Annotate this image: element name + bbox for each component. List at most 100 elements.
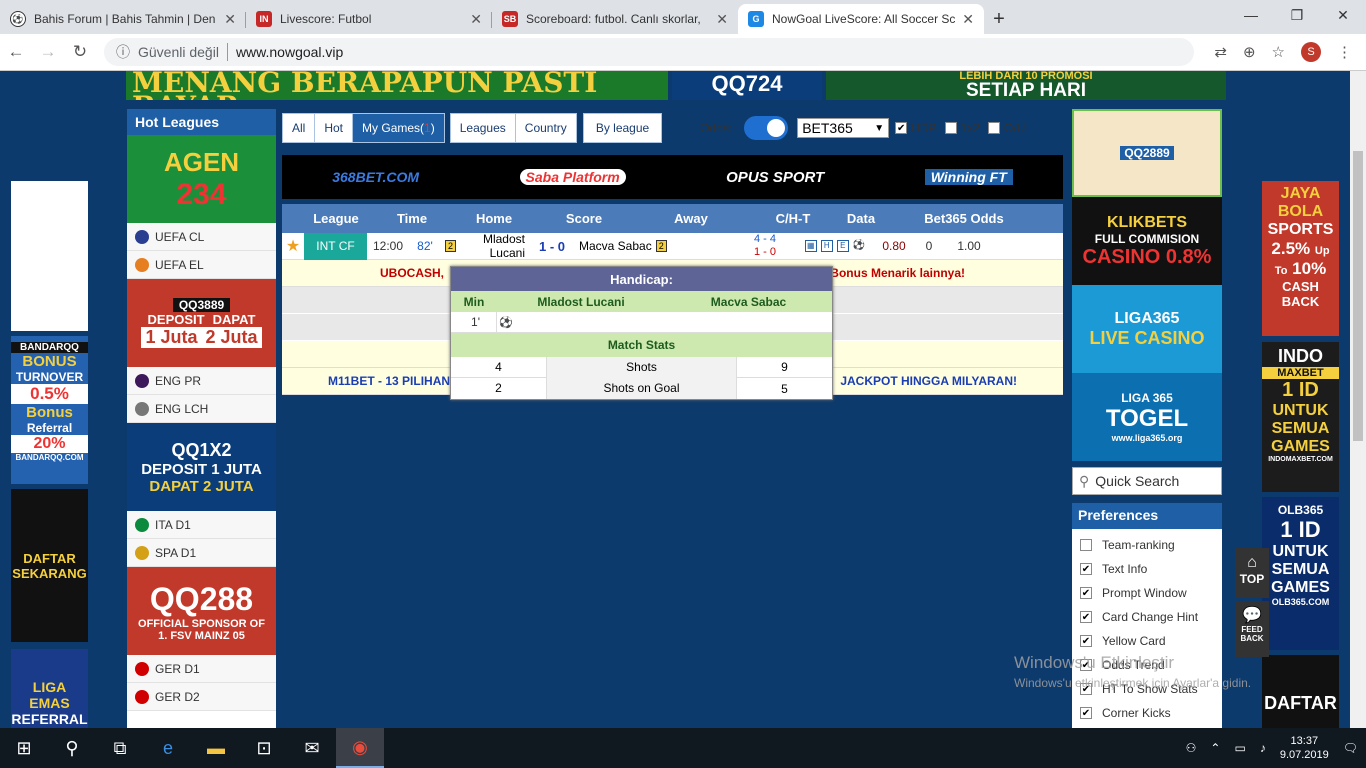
edge-icon[interactable]: e [144, 728, 192, 768]
side-ad-indomaxbet[interactable]: INDO MAXBET 1 ID UNTUK SEMUA GAMES INDOM… [1262, 342, 1339, 492]
chevron-up-icon[interactable]: ⌃ [1210, 741, 1220, 755]
close-icon[interactable]: ✕ [962, 11, 974, 28]
ad-agen234[interactable]: AGEN 234 [127, 135, 276, 223]
clock[interactable]: 13:37 9.07.2019 [1280, 734, 1329, 762]
checkbox[interactable]: ✔ [1080, 587, 1092, 599]
ad-qq2889[interactable]: QQ2889 [1072, 109, 1222, 197]
league-uefa-cl[interactable]: UEFA CL [127, 223, 276, 251]
star-icon[interactable]: ★ [282, 236, 304, 256]
match-home[interactable]: 2 Mladost Lucani [445, 232, 525, 260]
league-uefa-el[interactable]: UEFA EL [127, 251, 276, 279]
notification-icon[interactable]: 🗨 [1343, 741, 1358, 755]
windows-start-icon[interactable]: ⊞ [0, 728, 48, 768]
pref-team-ranking[interactable]: Team-ranking [1078, 533, 1216, 557]
checkbox[interactable]: ✔ [1080, 611, 1092, 623]
side-ad-daftar-right[interactable]: DAFTAR [1262, 655, 1339, 728]
ad-liga365[interactable]: LIGA365 LIVE CASINO [1072, 285, 1222, 373]
people-icon[interactable]: ⚇ [1186, 741, 1197, 755]
checkbox[interactable]: ✔ [1080, 707, 1092, 719]
scrollbar-thumb[interactable] [1353, 151, 1363, 441]
pref-corner-kicks[interactable]: ✔ Corner Kicks [1078, 701, 1216, 725]
match-away[interactable]: Macva Sabac 2 [579, 239, 739, 253]
ad-qq1x2[interactable]: QQ1X2 DEPOSIT 1 JUTA DAPAT 2 JUTA [127, 423, 276, 511]
odds-toggle[interactable] [744, 116, 789, 140]
chrome-icon[interactable]: ◉ [336, 728, 384, 768]
checkbox[interactable]: ✔ [1080, 635, 1092, 647]
league-ger-d1[interactable]: GER D1 [127, 655, 276, 683]
odds-away[interactable]: 1.00 [949, 239, 989, 253]
menu-icon[interactable]: ⋮ [1337, 43, 1352, 61]
filter-hot[interactable]: Hot [315, 114, 354, 142]
mail-icon[interactable]: ✉ [288, 728, 336, 768]
ad-qq3889[interactable]: QQ3889 DEPOSIT DAPAT 1 Juta 2 Juta [127, 279, 276, 367]
feedback-button[interactable]: 💬 FEED BACK [1235, 601, 1269, 657]
pref-prompt-window[interactable]: ✔ Prompt Window [1078, 581, 1216, 605]
avatar[interactable]: S [1301, 42, 1321, 62]
hdp-checkbox[interactable]: ✔ [895, 122, 908, 134]
info-icon[interactable]: ⓘ [116, 42, 130, 62]
filter-my-games[interactable]: My Games(1) [353, 114, 444, 142]
sponsor-saba[interactable]: Saba Platform [519, 169, 626, 185]
back-icon[interactable]: ← [0, 42, 32, 62]
league-eng-lch[interactable]: ENG LCH [127, 395, 276, 423]
league-ger-d2[interactable]: GER D2 [127, 683, 276, 711]
ad-qq288[interactable]: QQ288 OFFICIAL SPONSOR OF 1. FSV MAINZ 0… [127, 567, 276, 655]
side-ad-jayabola[interactable]: JAYA BOLA SPORTS 2.5% Up To 10% CASH BAC… [1262, 181, 1339, 336]
bookmark-star-icon[interactable]: ☆ [1272, 43, 1285, 61]
checkbox[interactable] [1080, 539, 1092, 551]
filter-country[interactable]: Country [515, 114, 576, 142]
europe-odds-icon[interactable]: E [836, 240, 849, 252]
close-icon[interactable]: ✕ [224, 11, 236, 28]
odds-home[interactable]: 0.80 [879, 239, 909, 253]
filter-by-league[interactable]: By league [583, 114, 662, 142]
forward-icon[interactable]: → [32, 42, 64, 62]
match-league[interactable]: INT CF [304, 232, 367, 260]
side-ad-bandarqq[interactable]: BANDARQQ BONUS TURNOVER 0.5% Bonus Refer… [11, 336, 88, 484]
league-ita-d1[interactable]: ITA D1 [127, 511, 276, 539]
browser-tab[interactable]: IN Livescore: Futbol ✕ [246, 4, 492, 34]
close-icon[interactable]: ✕ [470, 11, 482, 28]
side-ad-ligaemas[interactable]: LIGA EMAS REFERRAL [11, 649, 88, 728]
ad-klikbets[interactable]: KLIKBETS FULL COMMISION CASINO 0.8% [1072, 197, 1222, 285]
quick-search-button[interactable]: ⚲ Quick Search [1072, 467, 1222, 495]
top-banner-mid[interactable]: QQ724 [672, 71, 822, 100]
url-field[interactable]: ⓘ Güvenli değil www.nowgoal.vip [104, 38, 1194, 66]
ad-togel[interactable]: LIGA 365 TOGEL www.liga365.org [1072, 373, 1222, 461]
network-icon[interactable]: ▭ [1234, 741, 1245, 755]
sponsor-368bet[interactable]: 368BET.COM [332, 169, 419, 185]
league-eng-pr[interactable]: ENG PR [127, 367, 276, 395]
filter-all[interactable]: All [283, 114, 316, 142]
h2h-icon[interactable]: H [820, 240, 833, 252]
sponsor-winningft[interactable]: Winning FT [924, 169, 1013, 185]
translate-icon[interactable]: ⇄ [1214, 43, 1227, 61]
soccer-ball-icon[interactable]: ⚽ [853, 240, 865, 252]
pref-text-info[interactable]: ✔ Text Info [1078, 557, 1216, 581]
close-window-icon[interactable]: ✕ [1320, 0, 1366, 30]
maximize-icon[interactable]: ❐ [1274, 0, 1320, 30]
back-to-top-button[interactable]: ⌂ TOP [1235, 548, 1269, 598]
ou-checkbox[interactable] [987, 122, 1000, 134]
pref-yellow-card[interactable]: ✔ Yellow Card [1078, 629, 1216, 653]
vertical-scrollbar[interactable] [1350, 71, 1366, 728]
browser-tab[interactable]: ⚽ Bahis Forum | Bahis Tahmin | Den ✕ [0, 4, 246, 34]
task-view-icon[interactable]: ⧉ [96, 728, 144, 768]
browser-tab-active[interactable]: G NowGoal LiveScore: All Soccer Sc ✕ [738, 4, 984, 34]
store-icon[interactable]: ⊡ [240, 728, 288, 768]
bookmaker-select[interactable]: BET365 ▼ [797, 118, 890, 138]
top-banner-right[interactable]: LEBIH DARI 10 PROMOSI SETIAP HARI [826, 71, 1226, 100]
1x2-checkbox[interactable] [944, 122, 957, 134]
table-row[interactable]: ★ INT CF 12:00 82' 2 Mladost Lucani 1 - 0… [282, 232, 1063, 260]
browser-tab[interactable]: SB Scoreboard: futbol. Canlı skorlar, ✕ [492, 4, 738, 34]
side-ad-olb365[interactable]: OLB365 1 ID UNTUK SEMUA GAMES OLB365.COM [1262, 497, 1339, 650]
volume-icon[interactable]: ♪ [1260, 741, 1266, 755]
side-ad-blank[interactable] [11, 181, 88, 331]
side-ad-daftar[interactable]: DAFTAR SEKARANG [11, 489, 88, 642]
pref-card-change-hint[interactable]: ✔ Card Change Hint [1078, 605, 1216, 629]
minimize-icon[interactable]: — [1228, 0, 1274, 30]
analysis-icon[interactable]: ▦ [804, 240, 817, 252]
filter-leagues[interactable]: Leagues [450, 114, 516, 142]
top-banner-left[interactable]: MENANG BERAPAPUN PASTI BAYAR [126, 71, 668, 100]
reload-icon[interactable]: ↻ [64, 42, 96, 62]
zoom-icon[interactable]: ⊕ [1243, 43, 1256, 61]
new-tab-button[interactable]: + [984, 4, 1014, 34]
